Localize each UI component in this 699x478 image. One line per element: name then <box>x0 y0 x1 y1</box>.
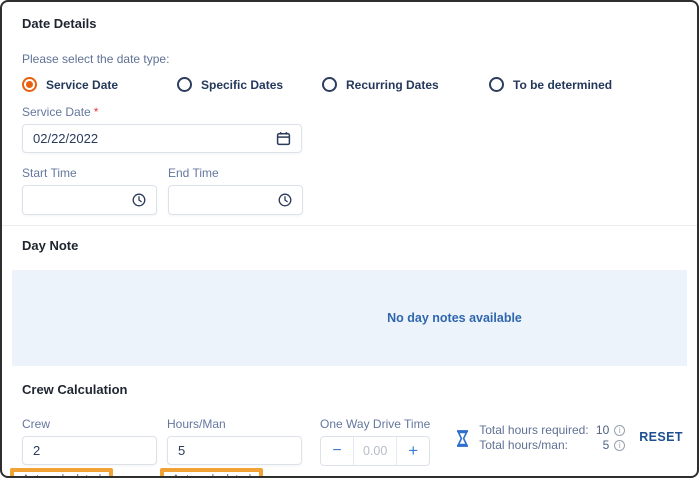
radio-selected-icon <box>22 77 37 92</box>
crew-column: Crew Auto-calculated <box>10 417 157 476</box>
total-hours-man-label: Total hours/man: <box>479 438 568 452</box>
stepper-minus-button[interactable]: − <box>321 437 354 465</box>
date-type-radio-group: Service Date Specific Dates Recurring Da… <box>22 77 677 92</box>
total-hours-man-row: Total hours/man: 5 i <box>479 438 626 453</box>
time-labels-row: Start Time End Time <box>22 166 677 180</box>
info-icon[interactable]: i <box>614 440 626 451</box>
radio-service-date[interactable]: Service Date <box>22 77 177 92</box>
radio-label: Recurring Dates <box>346 77 439 92</box>
totals-rows: Total hours required: 10 i Total hours/m… <box>479 423 626 453</box>
reset-button[interactable]: RESET <box>639 430 683 444</box>
day-note-empty-message: No day notes available <box>387 311 522 325</box>
day-note-panel: No day notes available <box>12 270 687 366</box>
radio-unselected-icon <box>177 77 192 92</box>
crew-auto-calculated-annotation: Auto-calculated <box>10 468 114 476</box>
crew-input[interactable] <box>33 443 146 458</box>
totals-block: Total hours required: 10 i Total hours/m… <box>456 423 626 453</box>
clock-icon[interactable] <box>278 193 292 207</box>
radio-label: Specific Dates <box>201 77 284 92</box>
section-divider <box>2 225 697 226</box>
service-date-input[interactable] <box>33 131 270 146</box>
end-time-input-wrapper <box>168 185 303 215</box>
hours-man-auto-calculated-annotation: Auto-calculated <box>160 468 264 476</box>
one-way-drive-time-column: One Way Drive Time − + <box>320 417 431 466</box>
service-date-input-wrapper <box>22 124 302 153</box>
one-way-drive-time-input[interactable] <box>354 444 397 458</box>
one-way-drive-time-label: One Way Drive Time <box>320 417 431 431</box>
crew-label: Crew <box>22 417 51 431</box>
info-icon[interactable]: i <box>614 425 626 436</box>
start-time-input[interactable] <box>33 192 126 208</box>
radio-recurring-dates[interactable]: Recurring Dates <box>322 77 489 92</box>
calendar-icon[interactable] <box>276 131 291 146</box>
radio-label: Service Date <box>46 77 119 92</box>
service-date-label: Service Date * <box>22 105 677 119</box>
date-type-prompt: Please select the date type: <box>22 52 170 66</box>
stepper-plus-button[interactable]: + <box>396 437 429 465</box>
end-time-input[interactable] <box>179 192 272 208</box>
crew-calculation-row: Crew Auto-calculated Hours/Man Auto-calc… <box>10 417 683 476</box>
radio-unselected-icon <box>322 77 337 92</box>
section-title-crew-calculation: Crew Calculation <box>22 382 128 397</box>
radio-label: To be determined <box>513 77 613 92</box>
service-date-label-text: Service Date <box>22 105 91 119</box>
crew-input-wrapper <box>22 436 157 465</box>
hours-man-input-wrapper <box>167 436 302 465</box>
radio-specific-dates[interactable]: Specific Dates <box>177 77 322 92</box>
radio-unselected-icon <box>489 77 504 92</box>
total-hours-required-value: 10 <box>595 423 610 437</box>
hours-man-column: Hours/Man Auto-calculated <box>160 417 302 476</box>
hours-man-label: Hours/Man <box>167 417 226 431</box>
start-time-input-wrapper <box>22 185 157 215</box>
time-inputs-row <box>22 180 677 215</box>
date-details-form: Date Details Please select the date type… <box>0 0 699 478</box>
clock-icon[interactable] <box>132 193 146 207</box>
end-time-label: End Time <box>168 166 219 180</box>
total-hours-required-row: Total hours required: 10 i <box>479 423 626 438</box>
one-way-drive-time-stepper: − + <box>320 436 431 466</box>
total-hours-required-label: Total hours required: <box>479 423 589 437</box>
required-asterisk: * <box>93 105 99 119</box>
hourglass-icon <box>456 429 469 447</box>
total-hours-man-value: 5 <box>602 438 610 452</box>
section-title-date-details: Date Details <box>22 16 97 31</box>
hours-man-input[interactable] <box>178 443 291 458</box>
section-title-day-note: Day Note <box>22 238 79 253</box>
start-time-label: Start Time <box>22 166 77 180</box>
radio-to-be-determined[interactable]: To be determined <box>489 77 612 92</box>
